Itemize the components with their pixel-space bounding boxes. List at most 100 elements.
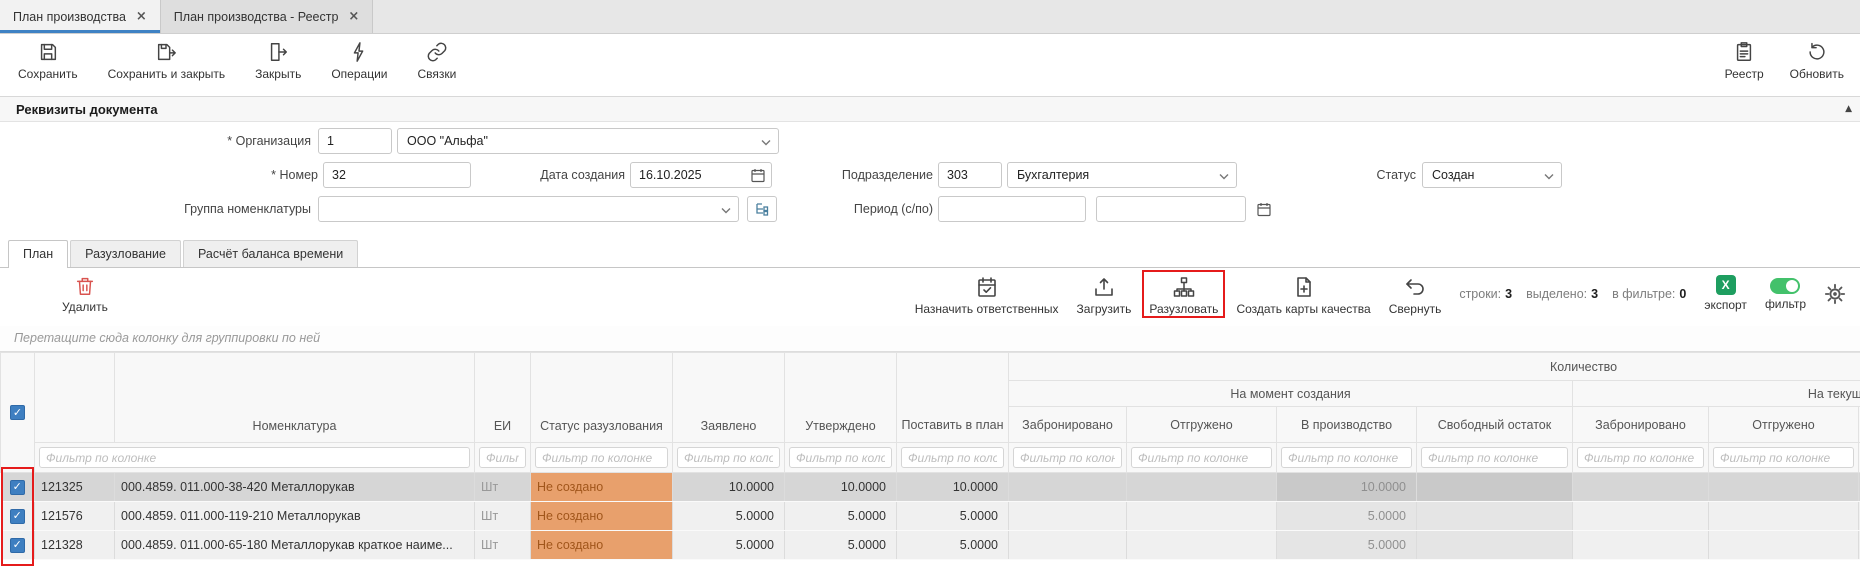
status-badge: Не создано — [531, 531, 673, 560]
window-tab-production-plan-registry[interactable]: План производства - Реестр × — [161, 0, 374, 33]
filter-input-explode-status[interactable] — [535, 447, 668, 468]
row-checkbox[interactable]: ✓ — [10, 538, 25, 553]
refresh-icon — [1806, 41, 1828, 63]
select-all-checkbox[interactable]: ✓ — [10, 405, 25, 420]
cell-to-plan: 5.0000 — [897, 502, 1009, 531]
filter-input-free-balance[interactable] — [1421, 447, 1568, 468]
load-button[interactable]: Загрузить — [1077, 275, 1132, 316]
settings-gear-icon[interactable] — [1824, 283, 1846, 305]
cell-id: 121325 — [35, 473, 115, 502]
cell-free-balance — [1417, 531, 1573, 560]
close-tab-icon[interactable]: × — [136, 9, 147, 24]
department-code-input[interactable] — [938, 162, 1002, 188]
cell-approved: 5.0000 — [785, 531, 897, 560]
cell-unit: Шт — [475, 473, 531, 502]
column-header-shipped[interactable]: Отгружено — [1127, 407, 1277, 443]
window-tab-label: План производства — [13, 10, 126, 24]
calendar-icon[interactable] — [1256, 201, 1272, 217]
save-close-icon — [155, 41, 177, 63]
number-input[interactable] — [323, 162, 471, 188]
cell-nomenclature: 000.4859. 011.000-119-210 Металлорукав — [115, 502, 475, 531]
table-row[interactable]: ✓ 121328 000.4859. 011.000-65-180 Металл… — [1, 531, 1860, 560]
period-to-input[interactable] — [1096, 196, 1246, 222]
filter-input-shipped-2[interactable] — [1713, 447, 1854, 468]
filter-input-shipped[interactable] — [1131, 447, 1272, 468]
organization-select[interactable]: ООО "Альфа" — [397, 128, 779, 154]
period-from-input[interactable] — [938, 196, 1086, 222]
column-header-nomenclature[interactable]: Номенклатура — [115, 353, 475, 443]
chain-link-icon — [426, 41, 448, 63]
save-and-close-button[interactable]: Сохранить и закрыть — [108, 41, 225, 81]
row-checkbox[interactable]: ✓ — [10, 509, 25, 524]
select-all-cell: ✓ — [1, 353, 35, 473]
links-button[interactable]: Связки — [417, 41, 456, 81]
window-tab-production-plan[interactable]: План производства × — [0, 0, 161, 33]
filter-input-approved[interactable] — [789, 447, 892, 468]
filter-input-in-production[interactable] — [1281, 447, 1412, 468]
row-checkbox[interactable]: ✓ — [10, 480, 25, 495]
main-toolbar: Сохранить Сохранить и закрыть Закрыть Оп… — [0, 34, 1860, 96]
status-badge: Не создано — [531, 473, 673, 502]
cell-reserved-2 — [1573, 502, 1709, 531]
toggle-switch-icon — [1770, 278, 1800, 294]
explode-button[interactable]: Разузловать — [1149, 275, 1218, 316]
upload-icon — [1092, 275, 1116, 299]
close-button[interactable]: Закрыть — [255, 41, 301, 81]
cell-id: 121576 — [35, 502, 115, 531]
table-row[interactable]: ✓ 121576 000.4859. 011.000-119-210 Метал… — [1, 502, 1860, 531]
document-form: * Организация ООО "Альфа" * Номер Дата с… — [0, 122, 1860, 238]
tab-explosion[interactable]: Разузлование — [70, 240, 181, 267]
cell-shipped-2 — [1709, 531, 1859, 560]
cell-to-plan: 10.0000 — [897, 473, 1009, 502]
scroll-up-icon[interactable]: ▲ — [1845, 97, 1852, 122]
tab-time-balance[interactable]: Расчёт баланса времени — [183, 240, 358, 267]
delete-button[interactable]: Удалить — [62, 275, 108, 314]
collapse-button[interactable]: Свернуть — [1389, 275, 1442, 316]
column-header-reserved-2[interactable]: Забронировано — [1573, 407, 1709, 443]
group-by-drop-zone[interactable]: Перетащите сюда колонку для группировки … — [0, 326, 1860, 352]
column-header-reserved[interactable]: Забронировано — [1009, 407, 1127, 443]
tab-plan[interactable]: План — [8, 240, 68, 268]
nomenclature-group-label: Группа номенклатуры — [141, 196, 311, 222]
cell-declared: 5.0000 — [673, 531, 785, 560]
operations-button[interactable]: Операции — [331, 41, 387, 81]
chevron-down-icon — [761, 139, 771, 146]
filter-input-nomenclature[interactable] — [39, 447, 470, 468]
nomenclature-group-select[interactable] — [318, 196, 739, 222]
lightning-icon — [348, 41, 370, 63]
filter-input-reserved[interactable] — [1013, 447, 1122, 468]
column-header-declared[interactable]: Заявлено — [673, 353, 785, 443]
undo-arrow-icon — [1403, 275, 1427, 299]
cell-in-production: 10.0000 — [1277, 473, 1417, 502]
period-label: Период (с/по) — [763, 196, 933, 222]
filter-input-unit[interactable] — [479, 447, 526, 468]
cell-declared: 5.0000 — [673, 502, 785, 531]
exit-door-icon — [267, 41, 289, 63]
assign-responsible-button[interactable]: Назначить ответственных — [915, 275, 1059, 316]
status-select[interactable]: Создан — [1422, 162, 1562, 188]
filter-input-reserved-2[interactable] — [1577, 447, 1704, 468]
filter-input-to-plan[interactable] — [901, 447, 1004, 468]
registry-button[interactable]: Реестр — [1725, 41, 1764, 81]
filter-toggle-button[interactable]: фильтр — [1765, 275, 1806, 311]
column-header-approved[interactable]: Утверждено — [785, 353, 897, 443]
column-header-unit[interactable]: ЕИ — [475, 353, 531, 443]
organization-code-input[interactable] — [318, 128, 392, 154]
export-button[interactable]: X экспорт — [1704, 275, 1747, 312]
cell-nomenclature: 000.4859. 011.000-65-180 Металлорукав кр… — [115, 531, 475, 560]
filter-input-declared[interactable] — [677, 447, 780, 468]
create-quality-cards-button[interactable]: Создать карты качества — [1236, 275, 1370, 316]
table-row[interactable]: ✓ 121325 000.4859. 011.000-38-420 Металл… — [1, 473, 1860, 502]
save-button[interactable]: Сохранить — [18, 41, 78, 81]
column-header-in-production[interactable]: В производство — [1277, 407, 1417, 443]
column-header-shipped-2[interactable]: Отгружено — [1709, 407, 1859, 443]
department-select[interactable]: Бухгалтерия — [1007, 162, 1237, 188]
refresh-button[interactable]: Обновить — [1790, 41, 1844, 81]
column-header-free-balance[interactable]: Свободный остаток — [1417, 407, 1573, 443]
column-header-explode-status[interactable]: Статус разузлования — [531, 353, 673, 443]
column-header-to-plan[interactable]: Поставить в план — [897, 353, 1009, 443]
inner-tab-strip: План Разузлование Расчёт баланса времени — [0, 238, 1860, 268]
column-header-id[interactable] — [35, 353, 115, 443]
window-tab-bar: План производства × План производства - … — [0, 0, 1860, 34]
close-tab-icon[interactable]: × — [348, 9, 359, 24]
